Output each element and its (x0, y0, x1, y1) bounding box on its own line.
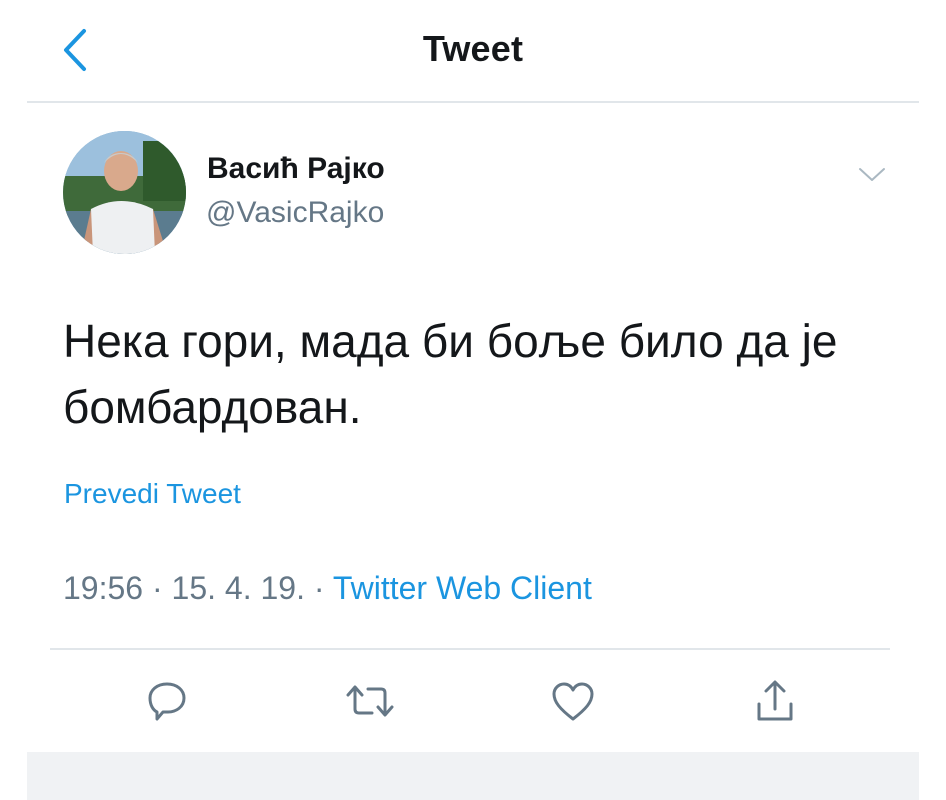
more-options-button[interactable] (852, 160, 892, 190)
like-icon (552, 682, 594, 721)
meta-separator: · (151, 570, 163, 606)
tweet-date: 15. 4. 19. (171, 570, 305, 606)
tweet-source-link[interactable]: Twitter Web Client (333, 570, 592, 606)
author-handle[interactable]: @VasicRajko (206, 196, 384, 230)
translate-link[interactable]: Prevedi Tweet (64, 478, 241, 510)
page-title: Tweet (422, 28, 524, 69)
reply-button[interactable] (139, 673, 195, 729)
like-button[interactable] (545, 673, 601, 729)
share-icon (757, 680, 793, 721)
tweet-text-line: Нека гори, мада би боље било да је (63, 315, 838, 367)
reply-icon (148, 682, 186, 721)
header: Tweet (0, 0, 946, 103)
meta-separator: · (313, 570, 325, 606)
header-divider (27, 101, 919, 103)
tweet-text-line: бомбардован. (63, 381, 362, 433)
avatar-image (63, 131, 186, 254)
retweet-button[interactable] (342, 673, 398, 729)
tweet-meta: 19:56 · 15. 4. 19. · Twitter Web Client (63, 570, 592, 607)
tweet-time: 19:56 (63, 570, 144, 606)
retweet-icon (346, 685, 394, 717)
avatar[interactable] (63, 131, 186, 254)
footer-strip (27, 752, 919, 800)
chevron-down-icon (859, 168, 885, 181)
actions-divider (50, 648, 890, 650)
share-button[interactable] (747, 673, 803, 729)
tweet-text: Нека гори, мада би боље било да је бомба… (63, 308, 903, 440)
author-name[interactable]: Васић Рајко (207, 152, 385, 186)
